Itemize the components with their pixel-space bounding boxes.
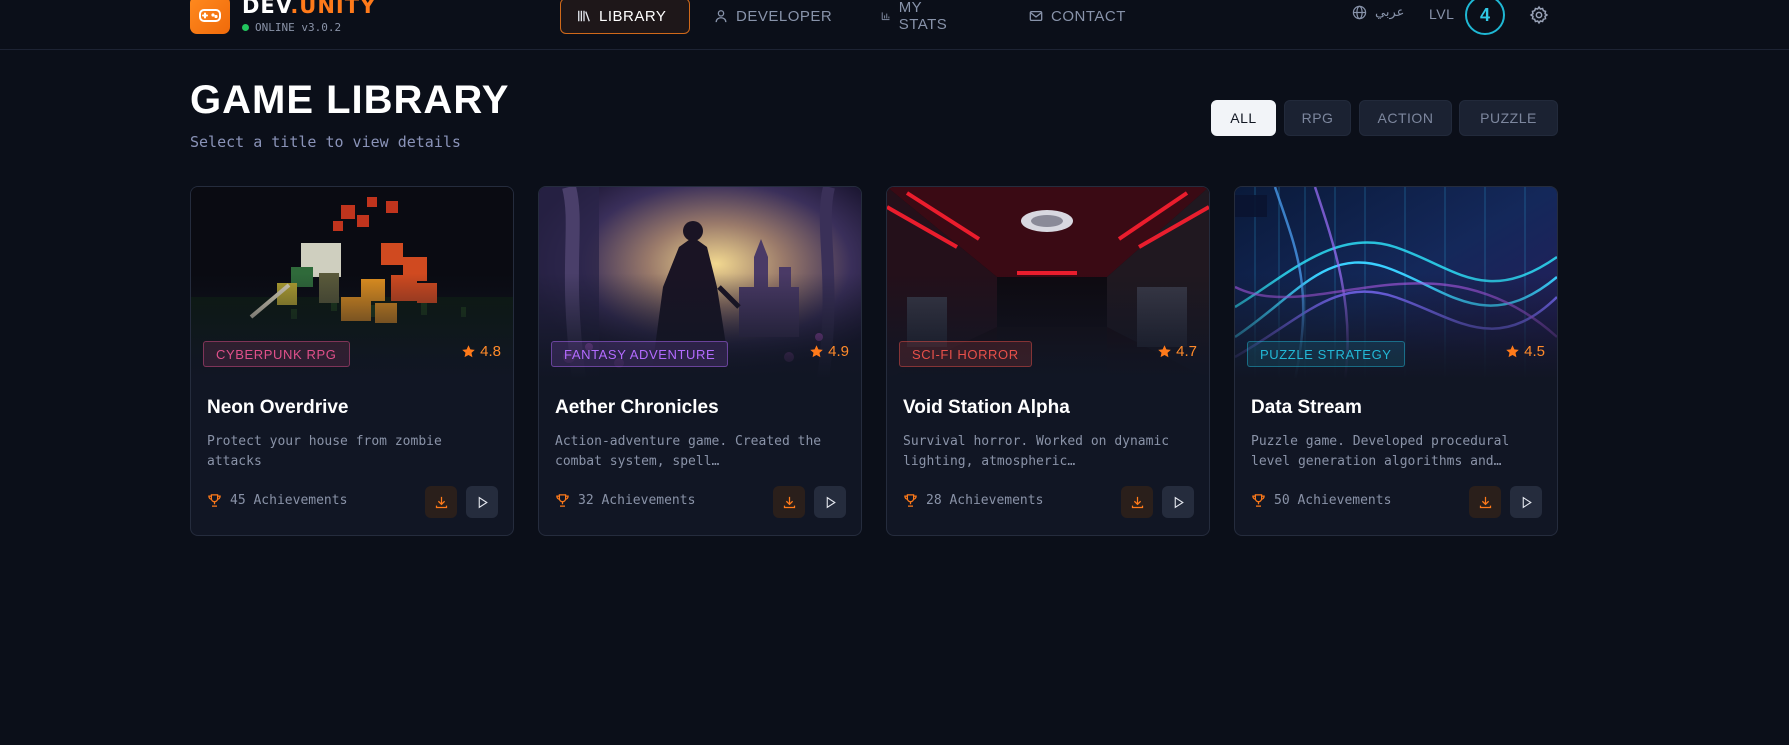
trophy-icon: [556, 494, 569, 507]
genre-label: CYBERPUNK RPG: [216, 346, 337, 362]
achievements-count: 50 Achievements: [1274, 493, 1392, 508]
star-icon: [810, 345, 823, 358]
genre-badge: SCI-FI HORROR: [899, 341, 1032, 367]
download-icon: [1479, 496, 1491, 508]
gear-icon[interactable]: [1529, 5, 1549, 25]
genre-label: FANTASY ADVENTURE: [564, 346, 716, 362]
download-icon: [783, 496, 795, 508]
language-switcher[interactable]: عربي: [1352, 5, 1404, 20]
rating-value: 4.9: [828, 343, 849, 360]
trophy-icon: [1252, 494, 1265, 507]
play-button[interactable]: [466, 486, 498, 518]
genre-badge: PUZZLE STRATEGY: [1247, 341, 1405, 367]
online-status: ONLINE v3.0.2: [242, 21, 341, 34]
achievements-count: 28 Achievements: [926, 493, 1044, 508]
trophy-icon: [208, 494, 221, 507]
level-value: 4: [1479, 4, 1490, 25]
achievements-count: 45 Achievements: [230, 493, 348, 508]
gamepad-logo-icon[interactable]: [190, 0, 230, 34]
rating: 4.8: [461, 343, 501, 360]
achievements: 32 Achievements: [555, 493, 695, 508]
game-card-neon-overdrive[interactable]: CYBERPUNK RPG 4.8 Neon Overdrive Protect…: [190, 186, 514, 536]
rating-value: 4.8: [480, 343, 501, 360]
rating-value: 4.7: [1176, 343, 1197, 360]
play-icon: [826, 496, 836, 508]
play-button[interactable]: [1510, 486, 1542, 518]
nav-library[interactable]: LIBRARY: [560, 0, 690, 34]
rating-value: 4.5: [1524, 343, 1545, 360]
filter-all-label: ALL: [1230, 110, 1257, 126]
nav-library-label: LIBRARY: [599, 7, 667, 25]
page-title: GAME LIBRARY: [190, 78, 510, 122]
nav-contact-label: CONTACT: [1051, 7, 1126, 25]
language-label: عربي: [1375, 5, 1405, 20]
filter-action-button[interactable]: ACTION: [1359, 100, 1452, 136]
brand-logo-text[interactable]: DEV.UNITY: [242, 0, 376, 18]
play-button[interactable]: [814, 486, 846, 518]
filter-puzzle-label: PUZZLE: [1480, 110, 1537, 126]
star-icon: [1506, 345, 1519, 358]
library-icon: [578, 10, 590, 22]
bar-chart-icon: [881, 12, 890, 21]
filter-rpg-label: RPG: [1301, 110, 1334, 126]
play-icon: [478, 496, 488, 508]
top-navigation-bar: DEV.UNITY ONLINE v3.0.2 LIBRARY DEVELOPE…: [0, 0, 1789, 50]
nav-developer-label: DEVELOPER: [736, 7, 833, 25]
genre-badge: FANTASY ADVENTURE: [551, 341, 729, 367]
rating: 4.7: [1157, 343, 1197, 360]
page-subtitle: Select a title to view details: [190, 133, 461, 151]
level-label: LVL: [1429, 6, 1455, 22]
user-icon: [715, 10, 727, 23]
download-button[interactable]: [1469, 486, 1501, 518]
nav-developer[interactable]: DEVELOPER: [714, 0, 832, 34]
download-button[interactable]: [773, 486, 805, 518]
game-card-void-station-alpha[interactable]: SCI-FI HORROR 4.7 Void Station Alpha Sur…: [886, 186, 1210, 536]
game-description: Action-adventure game. Created the comba…: [555, 434, 822, 469]
download-icon: [1131, 496, 1143, 508]
nav-my-stats[interactable]: MY STATS: [881, 0, 952, 34]
game-title: Neon Overdrive: [207, 397, 349, 418]
nav-contact[interactable]: CONTACT: [1029, 0, 1126, 34]
brand-main: DEV: [242, 0, 291, 18]
game-title: Void Station Alpha: [903, 397, 1070, 418]
filter-action-label: ACTION: [1377, 110, 1434, 126]
game-card-data-stream[interactable]: PUZZLE STRATEGY 4.5 Data Stream Puzzle g…: [1234, 186, 1558, 536]
rating: 4.5: [1505, 343, 1545, 360]
download-icon: [435, 496, 447, 508]
genre-label: SCI-FI HORROR: [912, 346, 1019, 362]
rating: 4.9: [809, 343, 849, 360]
game-card-aether-chronicles[interactable]: FANTASY ADVENTURE 4.9 Aether Chronicles …: [538, 186, 862, 536]
play-button[interactable]: [1162, 486, 1194, 518]
achievements: 28 Achievements: [903, 493, 1043, 508]
play-icon: [1174, 496, 1184, 508]
download-button[interactable]: [425, 486, 457, 518]
filter-all-button[interactable]: ALL: [1211, 100, 1276, 136]
mail-icon: [1029, 10, 1043, 22]
download-button[interactable]: [1121, 486, 1153, 518]
achievements: 45 Achievements: [207, 493, 347, 508]
trophy-icon: [904, 494, 917, 507]
status-dot-icon: [242, 24, 249, 31]
nav-my-stats-label: MY STATS: [898, 0, 948, 33]
game-description: Survival horror. Worked on dynamic light…: [903, 434, 1170, 469]
filter-puzzle-button[interactable]: PUZZLE: [1459, 100, 1558, 136]
globe-icon: [1352, 5, 1367, 20]
filter-rpg-button[interactable]: RPG: [1284, 100, 1351, 136]
level-badge[interactable]: 4: [1465, 0, 1505, 35]
achievements-count: 32 Achievements: [578, 493, 696, 508]
genre-badge: CYBERPUNK RPG: [203, 341, 350, 367]
play-icon: [1522, 496, 1532, 508]
game-title: Aether Chronicles: [555, 397, 719, 418]
star-icon: [462, 345, 475, 358]
game-title: Data Stream: [1251, 397, 1362, 418]
star-icon: [1158, 345, 1171, 358]
game-description: Puzzle game. Developed procedural level …: [1251, 434, 1510, 469]
achievements: 50 Achievements: [1251, 493, 1391, 508]
game-description: Protect your house from zombie attacks: [207, 434, 442, 469]
genre-label: PUZZLE STRATEGY: [1260, 346, 1392, 362]
status-text: ONLINE v3.0.2: [255, 21, 342, 34]
brand-accent: .UNITY: [290, 0, 377, 18]
